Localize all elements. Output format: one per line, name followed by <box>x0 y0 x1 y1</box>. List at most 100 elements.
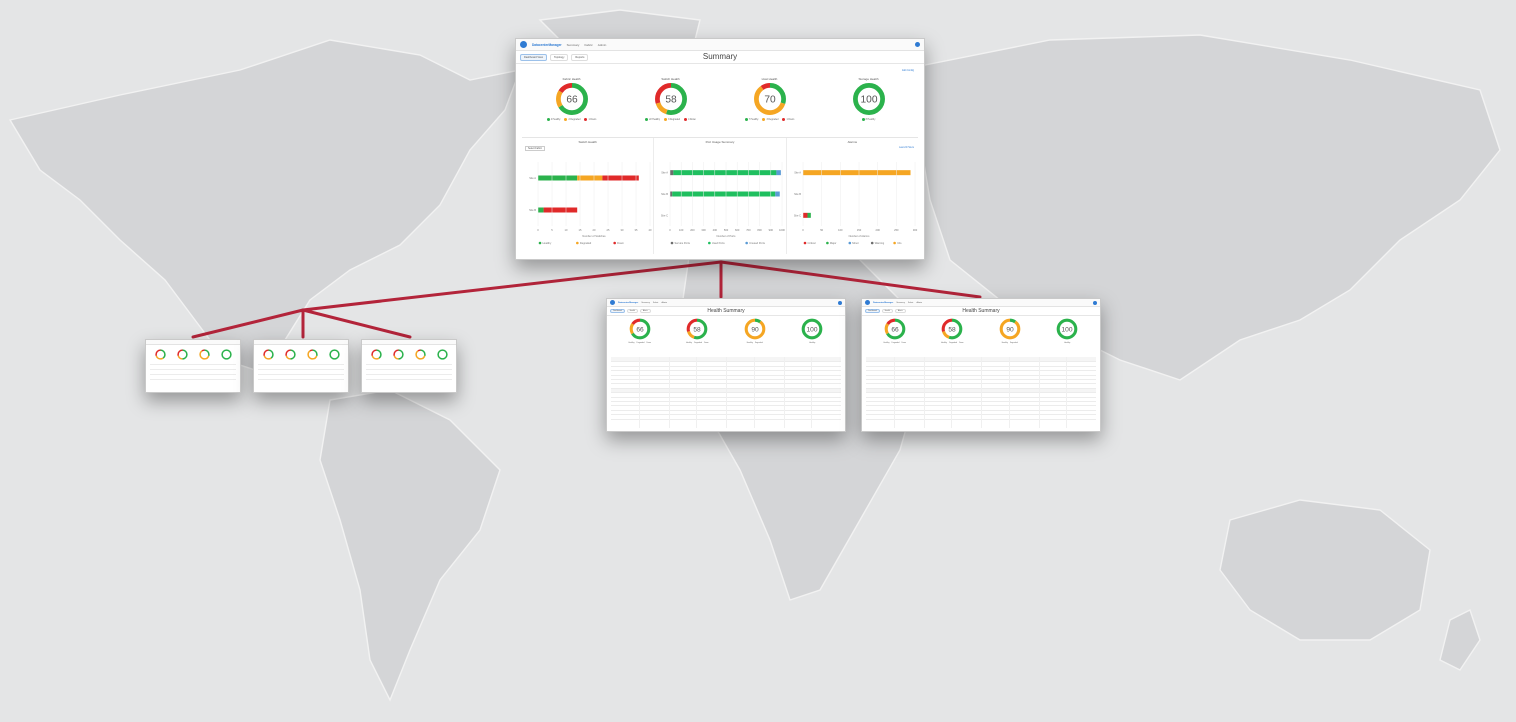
bar-segment <box>802 170 911 176</box>
table-column <box>696 357 698 428</box>
legend-degraded: 3 Degraded <box>664 118 680 121</box>
gauge-legend: Healthy Degraded Down <box>628 342 652 344</box>
x-axis-label: Number of Ports <box>717 234 737 238</box>
legend-down: 4 Down <box>684 118 696 121</box>
mini-content-lines <box>150 364 236 389</box>
bar-segment <box>538 175 578 181</box>
nav-item-fabric[interactable]: Fabric <box>653 302 659 304</box>
top-navbar <box>146 340 240 345</box>
gauge-label: Host Health <box>761 77 778 81</box>
table-column <box>951 357 953 428</box>
gauge-value: 70 <box>764 95 776 106</box>
gauge-legend: 22 Healthy 3 Degraded 4 Down <box>621 118 720 121</box>
brand-name[interactable]: DatacenterManager <box>532 43 562 47</box>
panel-title: Switch Health <box>578 140 597 144</box>
gauge-cell[interactable]: 66 Healthy Degraded Down <box>611 317 669 357</box>
donut-gauge <box>306 349 318 360</box>
nav-item-summary[interactable]: Summary <box>641 302 650 304</box>
legend-label: Warning <box>874 241 884 245</box>
nav-item-summary[interactable]: Summary <box>567 43 580 47</box>
legend-dot <box>848 241 851 245</box>
bar-segment <box>802 212 808 218</box>
alarms-chart: Site A Site B Site C 0 50 100 150 200 250 300 Numb… <box>794 162 917 245</box>
tick-label: 200 <box>691 228 696 232</box>
donut-gauge <box>262 349 274 360</box>
bar-segment <box>670 191 673 197</box>
gauge-cell[interactable]: 58 Healthy Degraded Down <box>669 317 727 357</box>
mini-content-lines <box>258 364 344 389</box>
tick-label: 150 <box>856 228 861 232</box>
gauge-cell[interactable]: 100 Healthy <box>784 317 842 357</box>
tick-label: 250 <box>894 228 899 232</box>
gauge-cell[interactable]: 90 Healthy Degraded <box>726 317 784 357</box>
gauge-cell[interactable]: 90 Healthy Degraded <box>981 317 1039 357</box>
gauge-value: 90 <box>1006 326 1014 333</box>
donut-gauge <box>176 349 188 360</box>
healthy-arc <box>220 349 232 360</box>
gauge-cell[interactable]: 100 Healthy <box>1039 317 1097 357</box>
cloud-logo-icon[interactable] <box>520 41 527 48</box>
gauge-switch-health[interactable]: Switch Health 58 22 Healthy 3 Degraded 4… <box>621 77 720 133</box>
gauge-cell[interactable]: 58 Healthy Degraded Down <box>924 317 982 357</box>
row-label: Site A <box>662 171 669 175</box>
nav-item-summary[interactable]: Summary <box>896 302 905 304</box>
nav-item-fabric[interactable]: Fabric <box>908 302 914 304</box>
view-tabs-bar: Dashboard Health Alerts Health Summary <box>862 307 1100 316</box>
gauge-legend: 7 Healthy 3 Degraded 1 Down <box>720 118 819 121</box>
edit-config-link[interactable]: Edit Config <box>902 69 914 72</box>
brand-name[interactable]: DatacenterManager <box>873 302 893 304</box>
user-icon[interactable] <box>1093 300 1097 305</box>
site-dashboard-thumbnail-1[interactable] <box>145 339 241 393</box>
gauge-fabric-health[interactable]: Fabric Health 66 4 Healthy 2 Degraded 1 … <box>522 77 621 133</box>
legend-healthy: 8 Healthy <box>861 118 875 121</box>
nav-item-admin[interactable]: Admin <box>916 302 922 304</box>
top-navbar: DatacenterManager Summary Fabric Admin <box>516 39 924 51</box>
region-health-window-1[interactable]: DatacenterManager Summary Fabric Admin D… <box>606 298 846 432</box>
tick-label: 10 <box>565 228 568 232</box>
site-dashboard-thumbnail-3[interactable] <box>361 339 457 393</box>
donut-gauge: 100 <box>852 83 885 115</box>
tick-label: 0 <box>802 228 804 232</box>
legend-dot <box>576 241 579 245</box>
view-tabs-bar: Dashboard View Topology Reports Summary <box>516 51 924 64</box>
legend-dot <box>745 241 749 245</box>
donut-gauge <box>370 349 382 360</box>
region-health-window-2[interactable]: DatacenterManager Summary Fabric Admin D… <box>861 298 1101 432</box>
row-label: Site B <box>794 192 801 196</box>
user-icon[interactable] <box>838 300 842 305</box>
switch-health-chart: Site A Site B 0 5 10 15 20 25 30 35 40 Number of Sw… <box>529 162 652 245</box>
x-axis-label: Number of Alarms <box>848 234 869 238</box>
donut-gauge: 66 <box>555 83 588 115</box>
page-title: Health Summary <box>707 308 745 314</box>
nav-item-admin[interactable]: Admin <box>598 43 607 47</box>
tick-label: 300 <box>912 228 917 232</box>
gauge-storage-health[interactable]: Storage Health 100 8 Healthy <box>819 77 918 133</box>
gauge-cell[interactable]: 66 Healthy Degraded Down <box>866 317 924 357</box>
health-gauges-row: 66 Healthy Degraded Down 58 Healthy Degrade… <box>611 317 841 357</box>
table-column <box>783 357 785 428</box>
tick-label: 30 <box>621 228 624 232</box>
south-america-shape <box>319 389 501 702</box>
donut-gauge: 58 <box>686 318 708 340</box>
brand-name[interactable]: DatacenterManager <box>618 302 638 304</box>
site-dashboard-thumbnail-2[interactable] <box>253 339 349 393</box>
tick-label: 100 <box>679 228 684 232</box>
legend-healthy: 4 Healthy <box>546 118 560 121</box>
table-column <box>638 357 640 428</box>
legend-label: Service Ports <box>675 241 691 245</box>
nav-item-admin[interactable]: Admin <box>661 302 667 304</box>
table-column <box>923 357 925 428</box>
legend-dot <box>538 241 542 245</box>
panel-title: Alarms <box>847 140 857 144</box>
table-column <box>726 357 727 428</box>
donut-gauge: 70 <box>753 83 786 115</box>
table-column <box>753 357 755 428</box>
nav-item-fabric[interactable]: Fabric <box>584 43 592 47</box>
user-icon[interactable] <box>915 42 920 47</box>
gauge-host-health[interactable]: Host Health 70 7 Healthy 3 Degraded 1 Do… <box>720 77 819 133</box>
mini-gauges-row <box>365 349 453 360</box>
cloud-logo-icon[interactable] <box>865 300 870 305</box>
bar-segment <box>776 170 782 176</box>
cloud-logo-icon[interactable] <box>610 300 615 305</box>
bar-segment <box>670 170 674 176</box>
